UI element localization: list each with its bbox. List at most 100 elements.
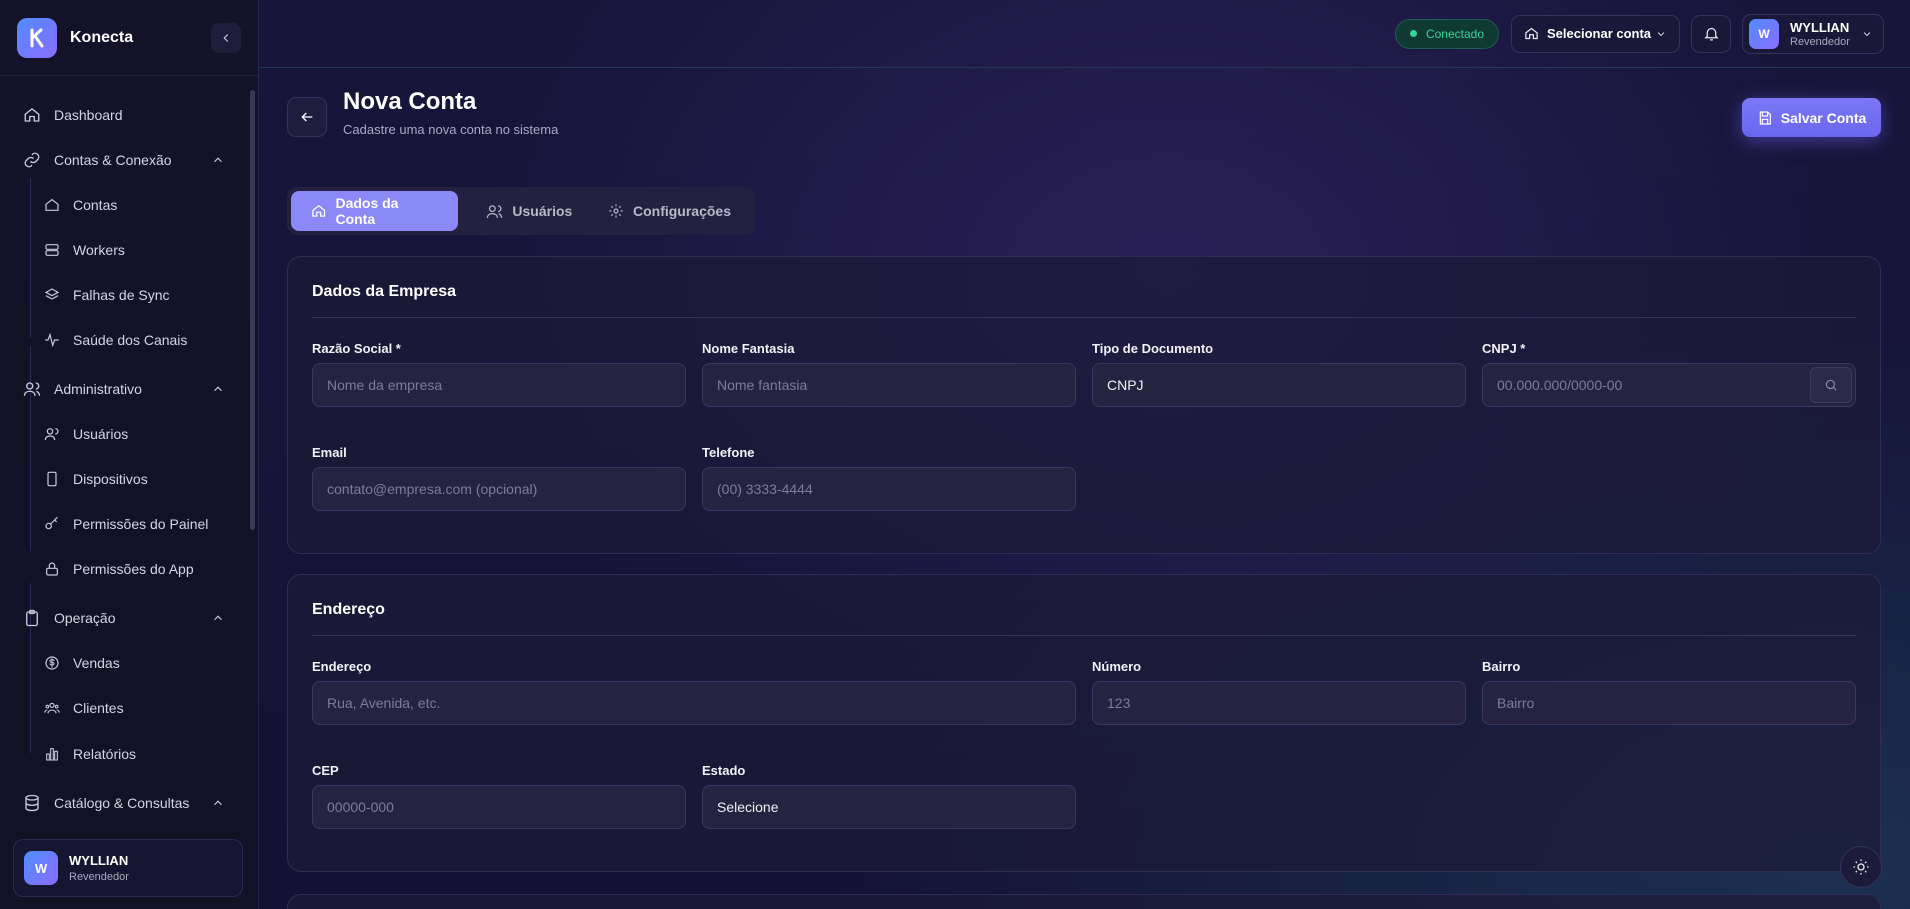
theme-toggle-button[interactable] <box>1840 846 1882 888</box>
sidebar-nav: Dashboard Contas & Conexão Contas Worker… <box>0 76 248 828</box>
sidebar-item-label: Relatórios <box>73 746 137 762</box>
users-icon <box>22 379 42 399</box>
sidebar-item-falhas-sync[interactable]: Falhas de Sync <box>42 283 170 307</box>
account-selector-label: Selecionar conta <box>1547 26 1652 41</box>
chevron-down-icon <box>1863 31 1871 36</box>
razao-social-field: Razão Social * Nome da empresa <box>312 341 686 407</box>
tabs: Dados da Conta Usuários Configurações <box>287 187 755 235</box>
company-data-card: Dados da Empresa Razão Social * Nome da … <box>287 256 1881 554</box>
users-icon <box>487 204 503 218</box>
nome-fantasia-input[interactable]: Nome fantasia <box>702 363 1076 407</box>
tab-usuarios[interactable]: Usuários <box>458 191 598 231</box>
page-heading: Nova Conta Cadastre uma nova conta no si… <box>343 88 558 137</box>
main-content: Conectado Selecionar conta W WYLLIAN Rev… <box>259 0 1910 909</box>
notifications-button[interactable] <box>1691 14 1731 53</box>
sidebar-item-dispositivos[interactable]: Dispositivos <box>42 467 148 491</box>
page-header: Nova Conta Cadastre uma nova conta no si… <box>287 88 558 137</box>
bar-chart-icon <box>42 744 62 764</box>
sidebar-scrollbar-thumb[interactable] <box>250 90 255 530</box>
field-label: Email <box>312 445 347 460</box>
sidebar-item-label: Contas & Conexão <box>54 152 172 168</box>
sidebar-item-permissoes-painel[interactable]: Permissões do Painel <box>42 512 208 536</box>
sidebar-item-label: Falhas de Sync <box>73 287 170 303</box>
tipo-documento-select[interactable]: CNPJ <box>1092 363 1466 407</box>
dollar-icon <box>42 653 62 673</box>
address-card: Endereço Endereço Rua, Avenida, etc. Núm… <box>287 574 1881 872</box>
sidebar-item-usuarios[interactable]: Usuários <box>42 422 128 446</box>
sidebar-item-label: Vendas <box>73 655 120 671</box>
server-icon <box>42 240 62 260</box>
sidebar-item-label: Dispositivos <box>73 471 148 487</box>
razao-social-input[interactable]: Nome da empresa <box>312 363 686 407</box>
database-icon <box>22 793 42 813</box>
back-button[interactable] <box>287 96 327 137</box>
section-title: Endereço <box>312 601 385 618</box>
gear-icon <box>609 204 623 218</box>
cnpj-placeholder: 00.000.000/0000-00 <box>1497 377 1623 393</box>
next-section-card <box>287 894 1881 909</box>
konecta-logo-icon[interactable] <box>17 17 57 58</box>
tab-label: Dados da Conta <box>335 195 399 227</box>
nome-fantasia-field: Nome Fantasia Nome fantasia <box>702 341 1076 407</box>
link-icon <box>22 150 42 170</box>
sidebar-header: Konecta <box>0 0 258 76</box>
home-icon <box>22 105 42 125</box>
sidebar-item-label: Clientes <box>73 700 124 716</box>
sidebar-item-label: Operação <box>54 610 116 626</box>
sidebar-item-label: Permissões do App <box>73 561 194 577</box>
sidebar-user-card[interactable]: W WYLLIAN Revendedor <box>13 839 243 897</box>
cep-input[interactable]: 00000-000 <box>312 785 686 829</box>
field-label: CNPJ * <box>1482 341 1526 356</box>
save-account-button[interactable]: Salvar Conta <box>1742 98 1881 137</box>
sidebar-item-administrativo[interactable]: Administrativo <box>22 377 142 401</box>
user-role: Revendedor <box>1790 35 1850 48</box>
tab-dados-da-conta[interactable]: Dados da Conta <box>291 191 459 231</box>
user-menu-button[interactable]: W WYLLIAN Revendedor <box>1742 13 1884 54</box>
email-input[interactable]: contato@empresa.com (opcional) <box>312 467 686 511</box>
chevron-up-icon[interactable] <box>211 611 225 625</box>
user-role: Revendedor <box>69 871 129 883</box>
sidebar-item-dashboard[interactable]: Dashboard <box>22 103 123 127</box>
connection-status-badge: Conectado <box>1394 18 1499 49</box>
collapse-sidebar-button[interactable] <box>211 22 241 53</box>
user-menu-info: WYLLIAN Revendedor <box>1790 20 1850 48</box>
sidebar-item-operacao[interactable]: Operação <box>22 606 115 630</box>
estado-select[interactable]: Selecione <box>702 785 1076 829</box>
topbar: Conectado Selecionar conta W WYLLIAN Rev… <box>259 0 1910 68</box>
chevron-up-icon[interactable] <box>211 382 225 396</box>
field-label: Razão Social * <box>312 341 401 356</box>
building-icon <box>42 195 62 215</box>
bairro-field: Bairro Bairro <box>1482 659 1856 725</box>
avatar: W <box>24 851 58 885</box>
sidebar-item-contas[interactable]: Contas <box>42 193 117 217</box>
page-title: Nova Conta <box>343 88 477 115</box>
sidebar-item-vendas[interactable]: Vendas <box>42 651 120 675</box>
endereco-input[interactable]: Rua, Avenida, etc. <box>312 681 1076 725</box>
sidebar-item-clientes[interactable]: Clientes <box>42 696 124 720</box>
tab-configuracoes[interactable]: Configurações <box>598 191 751 231</box>
cnpj-input[interactable]: 00.000.000/0000-00 <box>1482 363 1856 407</box>
sidebar-item-workers[interactable]: Workers <box>42 238 125 262</box>
sidebar-item-catalogo-consultas[interactable]: Catálogo & Consultas <box>22 791 189 815</box>
sidebar-user-info: WYLLIAN Revendedor <box>69 853 129 883</box>
chevron-up-icon[interactable] <box>211 153 225 167</box>
sidebar-item-label: Catálogo & Consultas <box>54 795 190 811</box>
cep-field: CEP 00000-000 <box>312 763 686 829</box>
field-label: Tipo de Documento <box>1092 341 1214 356</box>
sidebar-item-saude-canais[interactable]: Saúde dos Canais <box>42 328 187 352</box>
field-label: Nome Fantasia <box>702 341 795 356</box>
bairro-input[interactable]: Bairro <box>1482 681 1856 725</box>
telefone-input[interactable]: (00) 3333-4444 <box>702 467 1076 511</box>
section-title: Dados da Empresa <box>312 283 457 300</box>
cnpj-search-button[interactable] <box>1810 367 1852 403</box>
user-name: WYLLIAN <box>69 853 129 868</box>
app-name: Konecta <box>70 28 134 46</box>
numero-input[interactable]: 123 <box>1092 681 1466 725</box>
activity-icon <box>42 330 62 350</box>
chevron-up-icon[interactable] <box>211 796 225 810</box>
sidebar-item-contas-conexao[interactable]: Contas & Conexão <box>22 148 172 172</box>
user-name: WYLLIAN <box>1790 19 1850 35</box>
sidebar-item-relatorios[interactable]: Relatórios <box>42 742 136 766</box>
account-selector[interactable]: Selecionar conta <box>1511 14 1680 53</box>
sidebar-item-permissoes-app[interactable]: Permissões do App <box>42 557 194 581</box>
